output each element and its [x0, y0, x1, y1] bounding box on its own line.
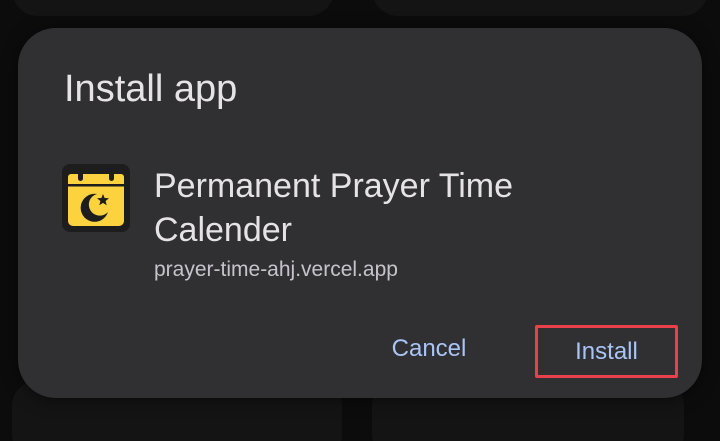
app-url: prayer-time-ahj.vercel.app [154, 258, 398, 281]
cancel-button[interactable]: Cancel [368, 328, 490, 370]
app-name: Permanent Prayer Time Calender [154, 167, 514, 249]
install-app-dialog: Install app Permanent Prayer Time Calend… [18, 28, 702, 398]
dialog-title: Install app [64, 68, 238, 110]
install-button[interactable]: Install [538, 328, 675, 375]
background-card [372, 0, 708, 16]
background-card [12, 0, 334, 16]
calendar-moon-icon [62, 164, 130, 232]
